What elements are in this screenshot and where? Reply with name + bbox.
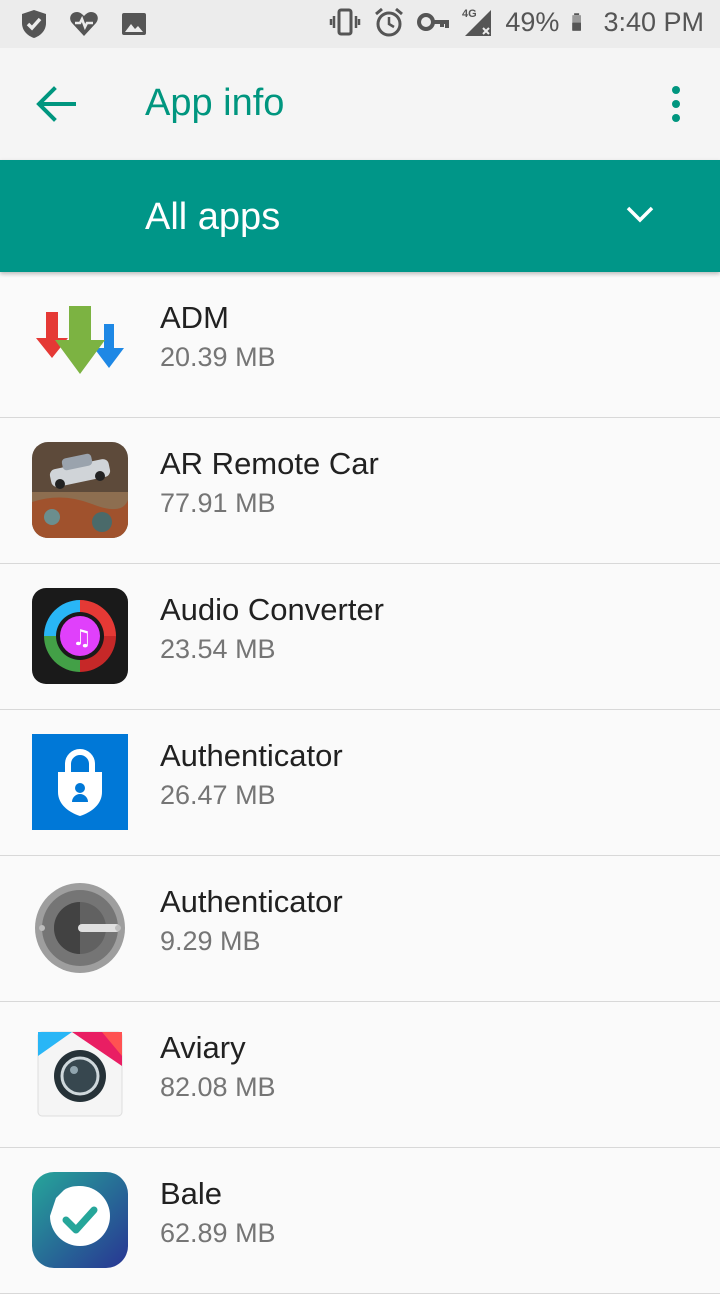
aviary-icon — [37, 1031, 123, 1117]
app-size: 82.08 MB — [160, 1072, 276, 1102]
list-item[interactable]: ♫ Audio Converter 23.54 MB — [0, 564, 720, 710]
app-name: Bale — [160, 1176, 223, 1211]
gallery-icon — [122, 13, 146, 35]
filter-selected-value: All apps — [145, 196, 281, 238]
more-vert-icon[interactable] — [666, 84, 686, 124]
app-bar: App info — [0, 48, 720, 160]
clock: 3:40 PM — [603, 6, 704, 37]
page-title: App info — [145, 82, 285, 124]
list-item[interactable]: AR Remote Car 77.91 MB — [0, 418, 720, 564]
app-size: 26.47 MB — [160, 780, 276, 810]
ar-remote-car-icon — [32, 442, 128, 538]
app-name: Authenticator — [160, 738, 343, 773]
app-size: 62.89 MB — [160, 1218, 276, 1248]
list-item[interactable]: Aviary 82.08 MB — [0, 1002, 720, 1148]
app-filter-dropdown[interactable]: All apps — [0, 160, 720, 272]
app-name: Authenticator — [160, 884, 343, 919]
back-arrow-icon[interactable] — [34, 84, 78, 124]
app-size: 20.39 MB — [160, 342, 276, 372]
list-item[interactable]: Bale 62.89 MB — [0, 1148, 720, 1294]
battery-icon — [572, 13, 582, 31]
vibrate-icon — [330, 8, 361, 36]
list-item[interactable]: Authenticator 9.29 MB — [0, 856, 720, 1002]
adm-icon — [36, 306, 124, 374]
app-name: ADM — [160, 300, 229, 335]
app-list: ADM 20.39 MB AR Remote Car 77.91 MB ♫ Au… — [0, 272, 720, 1294]
app-name: Aviary — [160, 1030, 246, 1065]
list-item[interactable]: ADM 20.39 MB — [0, 272, 720, 418]
svg-text:4G: 4G — [462, 8, 477, 20]
battery-percentage: 49% — [505, 6, 560, 37]
app-size: 77.91 MB — [160, 488, 276, 518]
microsoft-authenticator-icon — [32, 734, 128, 830]
list-item[interactable]: Authenticator 26.47 MB — [0, 710, 720, 856]
bale-icon — [32, 1172, 128, 1268]
alarm-icon — [375, 7, 404, 37]
vpn-shield-icon — [22, 10, 46, 38]
status-bar: 4G 49% 3:40 PM — [0, 0, 720, 48]
chevron-down-icon[interactable] — [624, 200, 656, 228]
app-size: 23.54 MB — [160, 634, 276, 664]
key-icon — [417, 13, 450, 31]
app-name: Audio Converter — [160, 592, 385, 627]
audio-converter-icon: ♫ — [32, 588, 128, 684]
app-name: AR Remote Car — [160, 446, 379, 481]
google-authenticator-icon — [35, 883, 125, 973]
signal-icon: 4G — [462, 8, 492, 36]
app-size: 9.29 MB — [160, 926, 261, 956]
svg-text:♫: ♫ — [72, 626, 92, 651]
heart-pulse-icon — [70, 12, 98, 36]
